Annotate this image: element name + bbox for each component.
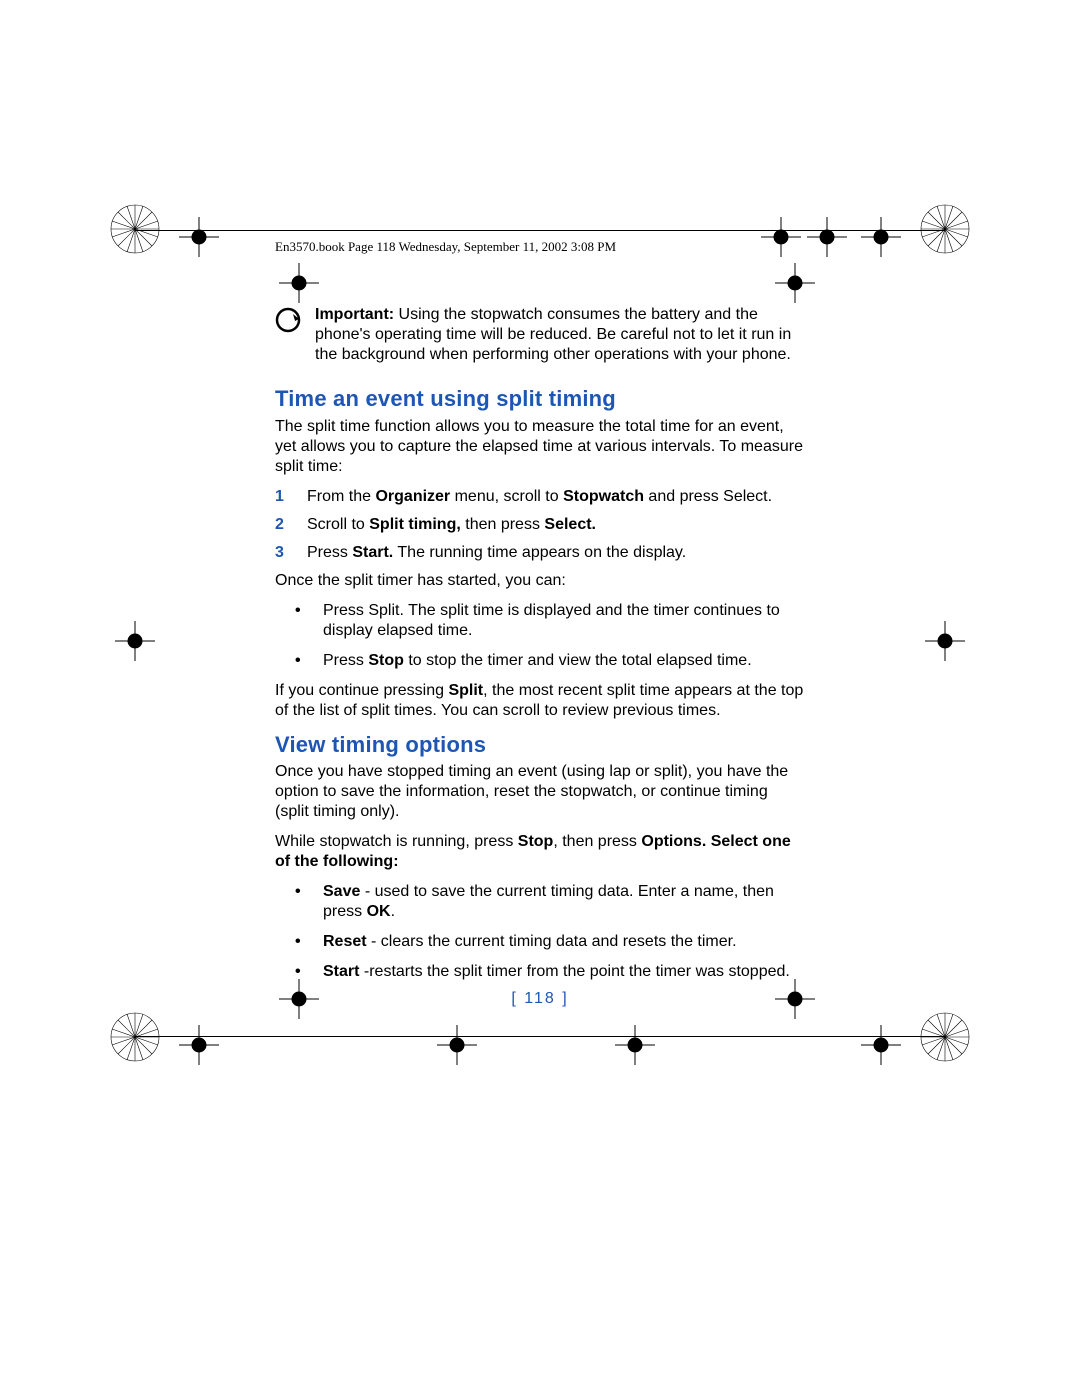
list-item: • Save - used to save the current timing … <box>275 882 805 922</box>
list-item: • Press Stop to stop the timer and view t… <box>275 651 805 671</box>
step-number: 2 <box>275 515 293 535</box>
page-number: [ 118 ] <box>0 990 1080 1008</box>
bullet-icon: • <box>295 882 309 922</box>
step-item: 1 From the Organizer menu, scroll to Sto… <box>275 487 805 507</box>
bullet-icon: • <box>295 932 309 952</box>
list-text: Start -restarts the split timer from the… <box>323 962 790 982</box>
important-text: Important: Using the stopwatch consumes … <box>315 305 805 365</box>
crosshair-icon <box>172 1018 226 1072</box>
section-heading-split-timing: Time an event using split timing <box>275 385 805 413</box>
options-list: • Save - used to save the current timing … <box>275 882 805 982</box>
list-text: Press Stop to stop the timer and view th… <box>323 651 752 671</box>
crosshair-icon <box>172 210 226 264</box>
crosshair-icon <box>608 1018 662 1072</box>
bullet-icon: • <box>295 651 309 671</box>
document-page: En3570.book Page 118 Wednesday, Septembe… <box>0 0 1080 1397</box>
step-item: 2 Scroll to Split timing, then press Sel… <box>275 515 805 535</box>
step-text: From the Organizer menu, scroll to Stopw… <box>307 487 772 507</box>
paragraph: Once you have stopped timing an event (u… <box>275 762 805 822</box>
steps-list: 1 From the Organizer menu, scroll to Sto… <box>275 487 805 563</box>
crop-mark-bottom <box>135 1036 945 1037</box>
list-item: • Start -restarts the split timer from th… <box>275 962 805 982</box>
list-text: Save - used to save the current timing d… <box>323 882 805 922</box>
step-text: Press Start. The running time appears on… <box>307 543 686 563</box>
crosshair-icon <box>108 614 162 668</box>
registration-mark-icon <box>918 202 972 256</box>
paragraph: If you continue pressing Split, the most… <box>275 681 805 721</box>
important-icon <box>275 307 301 339</box>
bullet-icon: • <box>295 962 309 982</box>
registration-mark-icon <box>918 1010 972 1064</box>
registration-mark-icon <box>108 1010 162 1064</box>
step-number: 3 <box>275 543 293 563</box>
paragraph: Once the split timer has started, you ca… <box>275 571 805 591</box>
list-item: • Press Split. The split time is displaye… <box>275 601 805 641</box>
crosshair-icon <box>854 1018 908 1072</box>
paragraph: While stopwatch is running, press Stop, … <box>275 832 805 872</box>
section-heading-view-options: View timing options <box>275 731 805 759</box>
bullet-list: • Press Split. The split time is displaye… <box>275 601 805 671</box>
crosshair-icon <box>430 1018 484 1072</box>
crosshair-icon <box>918 614 972 668</box>
crosshair-icon <box>854 210 908 264</box>
bullet-icon: • <box>295 601 309 641</box>
registration-mark-icon <box>108 202 162 256</box>
paragraph: The split time function allows you to me… <box>275 417 805 477</box>
important-note: Important: Using the stopwatch consumes … <box>275 305 805 365</box>
list-text: Press Split. The split time is displayed… <box>323 601 805 641</box>
list-item: • Reset - clears the current timing data … <box>275 932 805 952</box>
step-item: 3 Press Start. The running time appears … <box>275 543 805 563</box>
crosshair-icon <box>272 256 326 310</box>
list-text: Reset - clears the current timing data a… <box>323 932 737 952</box>
page-header: En3570.book Page 118 Wednesday, Septembe… <box>275 239 616 255</box>
page-content: Important: Using the stopwatch consumes … <box>275 305 805 992</box>
step-text: Scroll to Split timing, then press Selec… <box>307 515 596 535</box>
step-number: 1 <box>275 487 293 507</box>
crosshair-icon <box>768 256 822 310</box>
important-label: Important: <box>315 306 394 323</box>
